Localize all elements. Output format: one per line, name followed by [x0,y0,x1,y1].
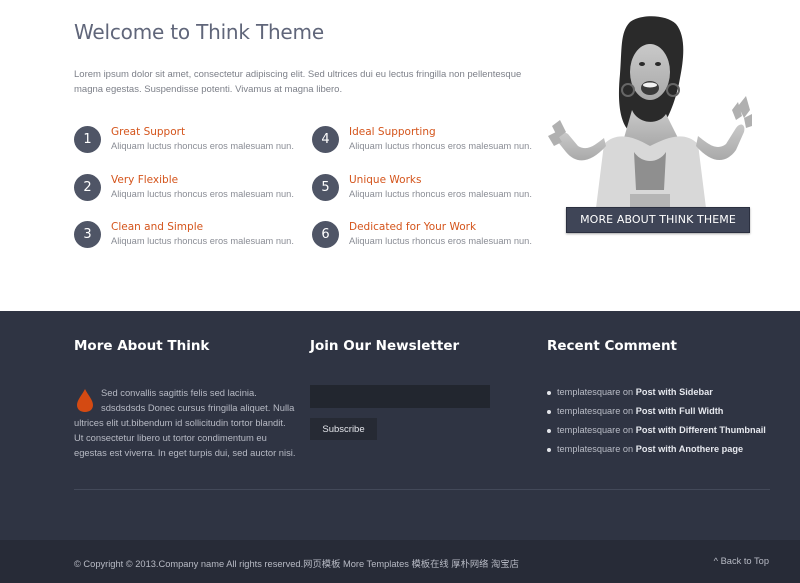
feature-item: 6 Dedicated for Your Work Aliquam luctus… [312,221,542,253]
bullet-icon [547,391,551,395]
feature-number: 6 [312,221,339,248]
comment-on: on [622,387,634,397]
feature-title: Ideal Supporting [349,126,436,138]
bullet-icon [547,448,551,452]
about-title: More About Think [74,338,210,354]
feature-number: 4 [312,126,339,153]
feature-description: Aliquam luctus rhoncus eros malesuam nun… [111,141,294,151]
back-to-top-link[interactable]: ^ Back to Top [714,556,769,566]
more-about-button[interactable]: MORE ABOUT THINK THEME [566,207,750,233]
feature-item: 3 Clean and Simple Aliquam luctus rhoncu… [74,221,304,253]
feature-item: 2 Very Flexible Aliquam luctus rhoncus e… [74,174,304,206]
feature-title: Unique Works [349,174,422,186]
recent-comment-item: templatesquare on Post with Anothere pag… [547,442,766,461]
footer: More About Think Join Our Newsletter Rec… [0,311,800,540]
feature-title: Clean and Simple [111,221,204,233]
copyright-text: © Copyright © 2013.Company name All righ… [74,559,519,569]
newsletter-email-input[interactable] [310,385,490,408]
recent-comment-item: templatesquare on Post with Different Th… [547,423,766,442]
about-text: Sed convallis sagittis felis sed lacinia… [74,387,296,458]
comment-on: on [622,406,634,416]
feature-title: Great Support [111,126,186,138]
feature-description: Aliquam luctus rhoncus eros malesuam nun… [349,189,532,199]
bullet-icon [547,429,551,433]
comment-on: on [622,425,634,435]
comment-post-link[interactable]: Post with Different Thumbnail [636,425,766,435]
comment-author[interactable]: templatesquare [557,406,620,416]
footer-divider [74,489,770,490]
feature-title: Very Flexible [111,174,179,186]
feature-number: 5 [312,174,339,201]
bullet-icon [547,410,551,414]
comment-post-link[interactable]: Post with Sidebar [636,387,713,397]
feature-number: 1 [74,126,101,153]
feature-number: 3 [74,221,101,248]
recent-comment-item: templatesquare on Post with Full Width [547,404,766,423]
water-drop-icon [77,389,93,412]
feature-description: Aliquam luctus rhoncus eros malesuam nun… [349,236,532,246]
feature-description: Aliquam luctus rhoncus eros malesuam nun… [111,236,294,246]
feature-title: Dedicated for Your Work [349,221,477,233]
hero-photo [548,16,752,208]
comment-post-link[interactable]: Post with Anothere page [636,444,743,454]
comment-author[interactable]: templatesquare [557,387,620,397]
about-block: Sed convallis sagittis felis sed lacinia… [74,385,296,460]
feature-description: Aliquam luctus rhoncus eros malesuam nun… [111,189,294,199]
intro-text: Lorem ipsum dolor sit amet, consectetur … [74,69,522,95]
newsletter-title: Join Our Newsletter [310,338,460,354]
recent-comment-item: templatesquare on Post with Sidebar [547,385,766,404]
subscribe-button[interactable]: Subscribe [310,418,377,440]
recent-comment-list: templatesquare on Post with Sidebar temp… [547,385,766,461]
recent-comment-title: Recent Comment [547,338,678,354]
feature-number: 2 [74,174,101,201]
feature-description: Aliquam luctus rhoncus eros malesuam nun… [349,141,532,151]
welcome-title: Welcome to Think Theme [74,20,324,44]
comment-author[interactable]: templatesquare [557,444,620,454]
comment-post-link[interactable]: Post with Full Width [636,406,724,416]
feature-item: 5 Unique Works Aliquam luctus rhoncus er… [312,174,542,206]
comment-on: on [622,444,634,454]
comment-author[interactable]: templatesquare [557,425,620,435]
bottom-bar: © Copyright © 2013.Company name All righ… [0,540,800,583]
welcome-section: Welcome to Think Theme Lorem ipsum dolor… [0,0,800,311]
feature-item: 1 Great Support Aliquam luctus rhoncus e… [74,126,304,158]
feature-item: 4 Ideal Supporting Aliquam luctus rhoncu… [312,126,542,158]
